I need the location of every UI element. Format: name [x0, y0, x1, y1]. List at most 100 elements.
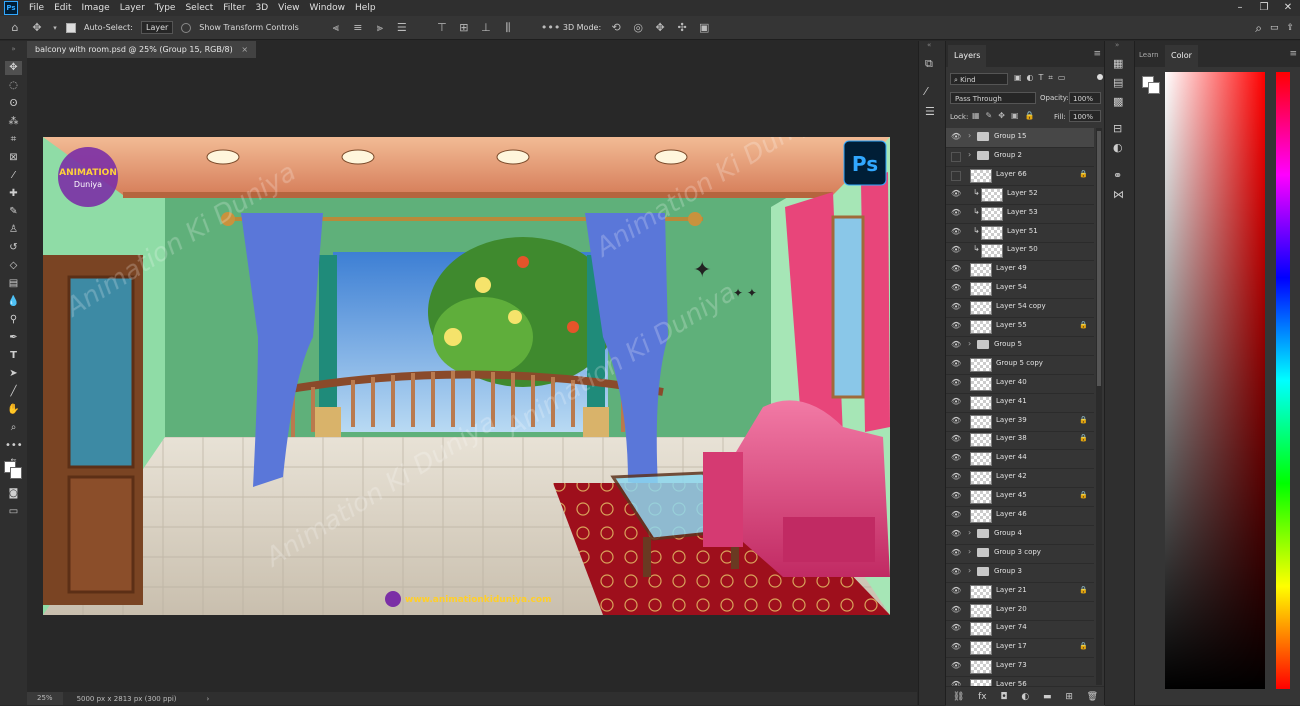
- expand-group-chevron-icon[interactable]: ›: [968, 339, 971, 348]
- layer-row[interactable]: 👁 › Group 3: [946, 563, 1094, 583]
- opacity-input[interactable]: 100%: [1069, 92, 1101, 104]
- filter-icons[interactable]: ▣◐T⌗▭: [1014, 73, 1071, 83]
- visibility-eye-icon[interactable]: [951, 151, 961, 162]
- history-brush-tool-icon[interactable]: ↺: [5, 241, 22, 255]
- blend-mode-dropdown[interactable]: Pass Through: [950, 92, 1036, 104]
- layer-row[interactable]: 👁 Layer 55 🔒: [946, 317, 1094, 337]
- panel-menu-icon[interactable]: ≡: [1093, 49, 1101, 59]
- layer-name[interactable]: Layer 66: [996, 170, 1027, 178]
- align-right-icon[interactable]: ⫸: [373, 21, 387, 35]
- distribute-vertical-icon[interactable]: ⫼: [501, 21, 515, 35]
- layer-name[interactable]: Layer 45: [996, 491, 1027, 499]
- filter-toggle-icon[interactable]: [1097, 74, 1103, 80]
- background-color-swatch[interactable]: [10, 467, 22, 479]
- move-tool-preset-icon[interactable]: ✥: [30, 21, 44, 34]
- menu-filter[interactable]: Filter: [218, 0, 250, 16]
- 3d-orbit-icon[interactable]: ⟲: [609, 21, 623, 34]
- fill-input[interactable]: 100%: [1069, 110, 1101, 122]
- healing-brush-tool-icon[interactable]: ✚: [5, 187, 22, 201]
- layer-row[interactable]: 👁 Layer 49: [946, 260, 1094, 281]
- layer-row[interactable]: 👁 Layer 45 🔒: [946, 487, 1094, 508]
- new-layer-icon[interactable]: ⊞: [1065, 692, 1073, 702]
- collapse-toolbar-icon[interactable]: »: [5, 42, 22, 56]
- status-arrow-icon[interactable]: ›: [177, 695, 210, 703]
- layer-row[interactable]: 👁 Layer 42: [946, 468, 1094, 489]
- layer-name[interactable]: Layer 53: [1007, 208, 1038, 216]
- patterns-icon[interactable]: ▩: [1113, 95, 1123, 108]
- visibility-eye-icon[interactable]: 👁: [951, 397, 961, 406]
- zoom-tool-icon[interactable]: ⌕: [5, 421, 22, 435]
- layer-name[interactable]: Layer 21: [996, 586, 1027, 594]
- visibility-eye-icon[interactable]: 👁: [951, 208, 961, 217]
- visibility-eye-icon[interactable]: 👁: [951, 662, 961, 670]
- expand-group-chevron-icon[interactable]: ›: [968, 528, 971, 537]
- layers-scrollbar-thumb[interactable]: [1097, 131, 1101, 386]
- layer-row[interactable]: 👁 Layer 20: [946, 601, 1094, 621]
- align-left-icon[interactable]: ⫷: [329, 21, 343, 35]
- layers-tab[interactable]: Layers: [948, 45, 987, 67]
- layer-name[interactable]: Layer 49: [996, 264, 1027, 272]
- edit-toolbar-icon[interactable]: •••: [5, 439, 23, 453]
- layer-name[interactable]: Layer 54: [996, 283, 1027, 291]
- document-tab[interactable]: balcony with room.psd @ 25% (Group 15, R…: [27, 41, 257, 58]
- paths-icon[interactable]: ⋈: [1113, 188, 1124, 201]
- visibility-eye-icon[interactable]: 👁: [951, 265, 961, 273]
- layer-row[interactable]: 👁 Layer 21 🔒: [946, 582, 1094, 602]
- eraser-tool-icon[interactable]: ◇: [5, 259, 22, 273]
- marquee-tool-icon[interactable]: ◌: [5, 79, 22, 93]
- visibility-eye-icon[interactable]: [951, 170, 961, 181]
- swatches-icon[interactable]: ▦: [1113, 57, 1123, 70]
- 3d-camera-icon[interactable]: ▣: [697, 21, 711, 34]
- layer-name[interactable]: Layer 52: [1007, 189, 1038, 197]
- close-icon[interactable]: ✕: [1276, 0, 1300, 16]
- 3d-roll-icon[interactable]: ◎: [631, 21, 645, 34]
- layer-name[interactable]: Group 3 copy: [994, 548, 1041, 556]
- layer-row[interactable]: 👁 Layer 73: [946, 657, 1094, 678]
- photoshop-logo-icon[interactable]: Ps: [4, 1, 18, 15]
- layer-name[interactable]: Layer 73: [996, 661, 1027, 669]
- layer-row[interactable]: 👁 ↳ Layer 52: [946, 185, 1094, 205]
- visibility-eye-icon[interactable]: 👁: [951, 378, 961, 387]
- properties-icon[interactable]: ⊟: [1113, 122, 1122, 135]
- layer-style-icon[interactable]: fx: [978, 692, 987, 702]
- visibility-eye-icon[interactable]: 👁: [951, 227, 961, 236]
- layer-name[interactable]: Layer 55: [996, 321, 1027, 329]
- crop-tool-icon[interactable]: ⌗: [5, 133, 22, 147]
- layer-name[interactable]: Layer 17: [996, 642, 1027, 650]
- align-middle-icon[interactable]: ⊞: [457, 21, 471, 34]
- visibility-eye-icon[interactable]: 👁: [951, 284, 961, 292]
- layer-name[interactable]: Layer 44: [996, 453, 1027, 461]
- layer-name[interactable]: Group 3: [994, 567, 1022, 575]
- quick-mask-icon[interactable]: ◙: [5, 487, 22, 501]
- layer-row[interactable]: 👁 Layer 41: [946, 393, 1094, 413]
- layer-row[interactable]: 👁 Layer 54: [946, 279, 1094, 300]
- layer-name[interactable]: Group 15: [994, 132, 1026, 140]
- add-mask-icon[interactable]: ◘: [1000, 692, 1007, 702]
- menu-3d[interactable]: 3D: [251, 0, 274, 16]
- adjustment-sliders-icon[interactable]: ☰: [925, 105, 935, 118]
- brush-settings-icon[interactable]: ⁄: [925, 85, 927, 98]
- channels-icon[interactable]: ⚭: [1113, 169, 1122, 182]
- layer-row[interactable]: 👁 › Group 4: [946, 525, 1094, 545]
- color-tab[interactable]: Color: [1165, 45, 1198, 67]
- align-center-icon[interactable]: ≡: [351, 21, 365, 34]
- expand-group-chevron-icon[interactable]: ›: [968, 131, 971, 140]
- align-top-icon[interactable]: ⊤: [435, 21, 449, 34]
- layer-name[interactable]: Layer 41: [996, 397, 1027, 405]
- lasso-tool-icon[interactable]: ʘ: [5, 97, 22, 111]
- layer-name[interactable]: Layer 74: [996, 623, 1027, 631]
- pen-tool-icon[interactable]: ✒: [5, 331, 22, 345]
- more-options-icon[interactable]: •••: [541, 21, 560, 34]
- menu-help[interactable]: Help: [350, 0, 381, 16]
- menu-window[interactable]: Window: [305, 0, 351, 16]
- visibility-eye-icon[interactable]: 👁: [951, 624, 961, 632]
- layer-row[interactable]: 👁 Group 5 copy: [946, 355, 1094, 375]
- document-canvas[interactable]: ✦ ✦ ✦ Animation Ki Duniya Animation Ki D…: [43, 137, 890, 615]
- expand-group-chevron-icon[interactable]: ›: [968, 150, 971, 159]
- layer-name[interactable]: Group 2: [994, 151, 1022, 159]
- menu-file[interactable]: File: [24, 0, 49, 16]
- visibility-eye-icon[interactable]: 👁: [951, 416, 961, 425]
- layer-filter-dropdown[interactable]: ⌕ Kind: [950, 73, 1008, 85]
- layer-row[interactable]: 👁 ↳ Layer 53: [946, 204, 1094, 224]
- 3d-slide-icon[interactable]: ✣: [675, 21, 689, 34]
